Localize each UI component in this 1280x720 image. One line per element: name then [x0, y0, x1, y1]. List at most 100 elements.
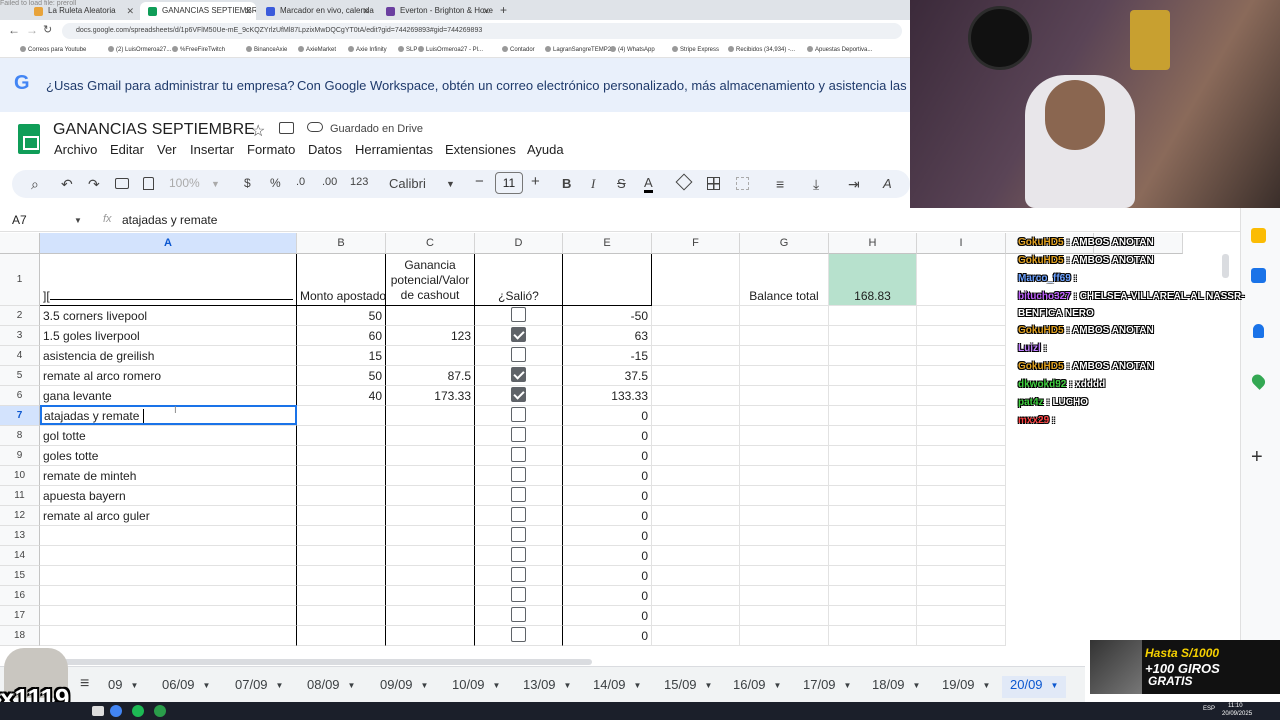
checkbox[interactable] [511, 507, 526, 522]
bookmark-item[interactable]: (2) LuisOrmeroa27... [116, 42, 171, 58]
chat-username[interactable]: mxx29 [1018, 415, 1049, 426]
cell-d18[interactable] [475, 626, 563, 646]
row-header[interactable]: 14 [0, 546, 40, 566]
cell-h4[interactable] [829, 346, 917, 366]
sheet-tab[interactable]: 20/09 ▼ [1002, 676, 1067, 698]
cell-f10[interactable] [652, 466, 740, 486]
cell-i17[interactable] [917, 606, 1006, 626]
cell-b18[interactable] [297, 626, 386, 646]
cell-g15[interactable] [740, 566, 829, 586]
sheet-tab[interactable]: 19/09 ▼ [934, 676, 998, 698]
cell-e9[interactable]: 0 [563, 446, 652, 466]
keep-icon[interactable] [1251, 228, 1266, 243]
cell-e10[interactable]: 0 [563, 466, 652, 486]
cell-f8[interactable] [652, 426, 740, 446]
cell-g13[interactable] [740, 526, 829, 546]
cell-d6[interactable] [475, 386, 563, 406]
cell-e6[interactable]: 133.33 [563, 386, 652, 406]
row-header[interactable]: 9 [0, 446, 40, 466]
font-select[interactable]: Calibri [389, 176, 426, 191]
column-header-f[interactable]: F [652, 233, 740, 254]
cell-a10[interactable]: remate de minteh [40, 466, 297, 486]
checkbox[interactable] [511, 627, 526, 642]
increase-decimal-button[interactable]: .00 [322, 176, 337, 188]
menu-ver[interactable]: Ver [157, 142, 177, 157]
sheet-tab[interactable]: 18/09 ▼ [864, 676, 928, 698]
chat-username[interactable]: bitucho327 [1018, 291, 1071, 302]
menu-herramientas[interactable]: Herramientas [355, 142, 433, 157]
checkbox[interactable] [511, 427, 526, 442]
chevron-down-icon[interactable]: ▼ [493, 681, 501, 690]
cell-i2[interactable] [917, 306, 1006, 326]
cell-a3[interactable]: 1.5 goles liverpool [40, 326, 297, 346]
chat-username[interactable]: GokuHD5 [1018, 325, 1064, 336]
cell-a6[interactable]: gana levante [40, 386, 297, 406]
checkbox[interactable] [511, 387, 526, 402]
row-header[interactable]: 11 [0, 486, 40, 506]
cell-h6[interactable] [829, 386, 917, 406]
cell-f15[interactable] [652, 566, 740, 586]
cell-h12[interactable] [829, 506, 917, 526]
cell-e12[interactable]: 0 [563, 506, 652, 526]
row-header[interactable]: 16 [0, 586, 40, 606]
maps-icon[interactable] [1249, 372, 1268, 390]
cell-c16[interactable] [386, 586, 475, 606]
file-explorer-icon[interactable] [92, 706, 104, 716]
column-header-h[interactable]: H [829, 233, 917, 254]
zoom-select[interactable]: 100% [169, 176, 200, 190]
chat-username[interactable]: GokuHD5 [1018, 237, 1064, 248]
chevron-down-icon[interactable]: ▼ [348, 681, 356, 690]
cell-e4[interactable]: -15 [563, 346, 652, 366]
cell-a16[interactable] [40, 586, 297, 606]
cell-b6[interactable]: 40 [297, 386, 386, 406]
cell-h3[interactable] [829, 326, 917, 346]
cell-i15[interactable] [917, 566, 1006, 586]
cell-h10[interactable] [829, 466, 917, 486]
cell-g17[interactable] [740, 606, 829, 626]
cell-b8[interactable] [297, 426, 386, 446]
cell-d16[interactable] [475, 586, 563, 606]
cell-e8[interactable]: 0 [563, 426, 652, 446]
checkbox[interactable] [511, 327, 526, 342]
cell-f18[interactable] [652, 626, 740, 646]
forward-icon[interactable]: → [26, 23, 38, 37]
cell-h11[interactable] [829, 486, 917, 506]
cell-g1[interactable]: Balance total [740, 254, 829, 306]
cell-h14[interactable] [829, 546, 917, 566]
cell-d13[interactable] [475, 526, 563, 546]
number-format-button[interactable]: 123 [350, 176, 368, 188]
browser-tab[interactable]: Marcador en vivo, calendario y...✕ [258, 2, 374, 20]
chevron-down-icon[interactable]: ▼ [564, 681, 572, 690]
bookmark-item[interactable]: BinanceAxie [254, 42, 287, 58]
cell-f12[interactable] [652, 506, 740, 526]
row-header[interactable]: 4 [0, 346, 40, 366]
bookmark-item[interactable]: Correos para Youtube [28, 42, 86, 58]
cell-i14[interactable] [917, 546, 1006, 566]
cell-h7[interactable] [829, 406, 917, 426]
currency-button[interactable]: $ [244, 176, 251, 190]
cell-b9[interactable] [297, 446, 386, 466]
cell-f14[interactable] [652, 546, 740, 566]
cell-b4[interactable]: 15 [297, 346, 386, 366]
checkbox[interactable] [511, 547, 526, 562]
bookmark-item[interactable]: LuisOrmeroa27 - Pl... [426, 42, 483, 58]
decrease-decimal-button[interactable]: .0 [296, 176, 305, 188]
cell-b15[interactable] [297, 566, 386, 586]
row-header[interactable]: 12 [0, 506, 40, 526]
cell-b13[interactable] [297, 526, 386, 546]
cell-i4[interactable] [917, 346, 1006, 366]
sheet-tab[interactable]: 09 ▼ [100, 676, 146, 698]
font-size-increase-icon[interactable]: + [531, 173, 540, 190]
cell-i3[interactable] [917, 326, 1006, 346]
cell-a14[interactable] [40, 546, 297, 566]
cell-g6[interactable] [740, 386, 829, 406]
sheet-tab[interactable]: 06/09 ▼ [154, 676, 218, 698]
cell-g12[interactable] [740, 506, 829, 526]
search-icon[interactable]: ⌕ [31, 176, 39, 193]
print-icon[interactable] [115, 178, 129, 189]
cell-i10[interactable] [917, 466, 1006, 486]
cell-e18[interactable]: 0 [563, 626, 652, 646]
cell-e3[interactable]: 63 [563, 326, 652, 346]
percent-button[interactable]: % [270, 176, 281, 190]
cell-e5[interactable]: 37.5 [563, 366, 652, 386]
